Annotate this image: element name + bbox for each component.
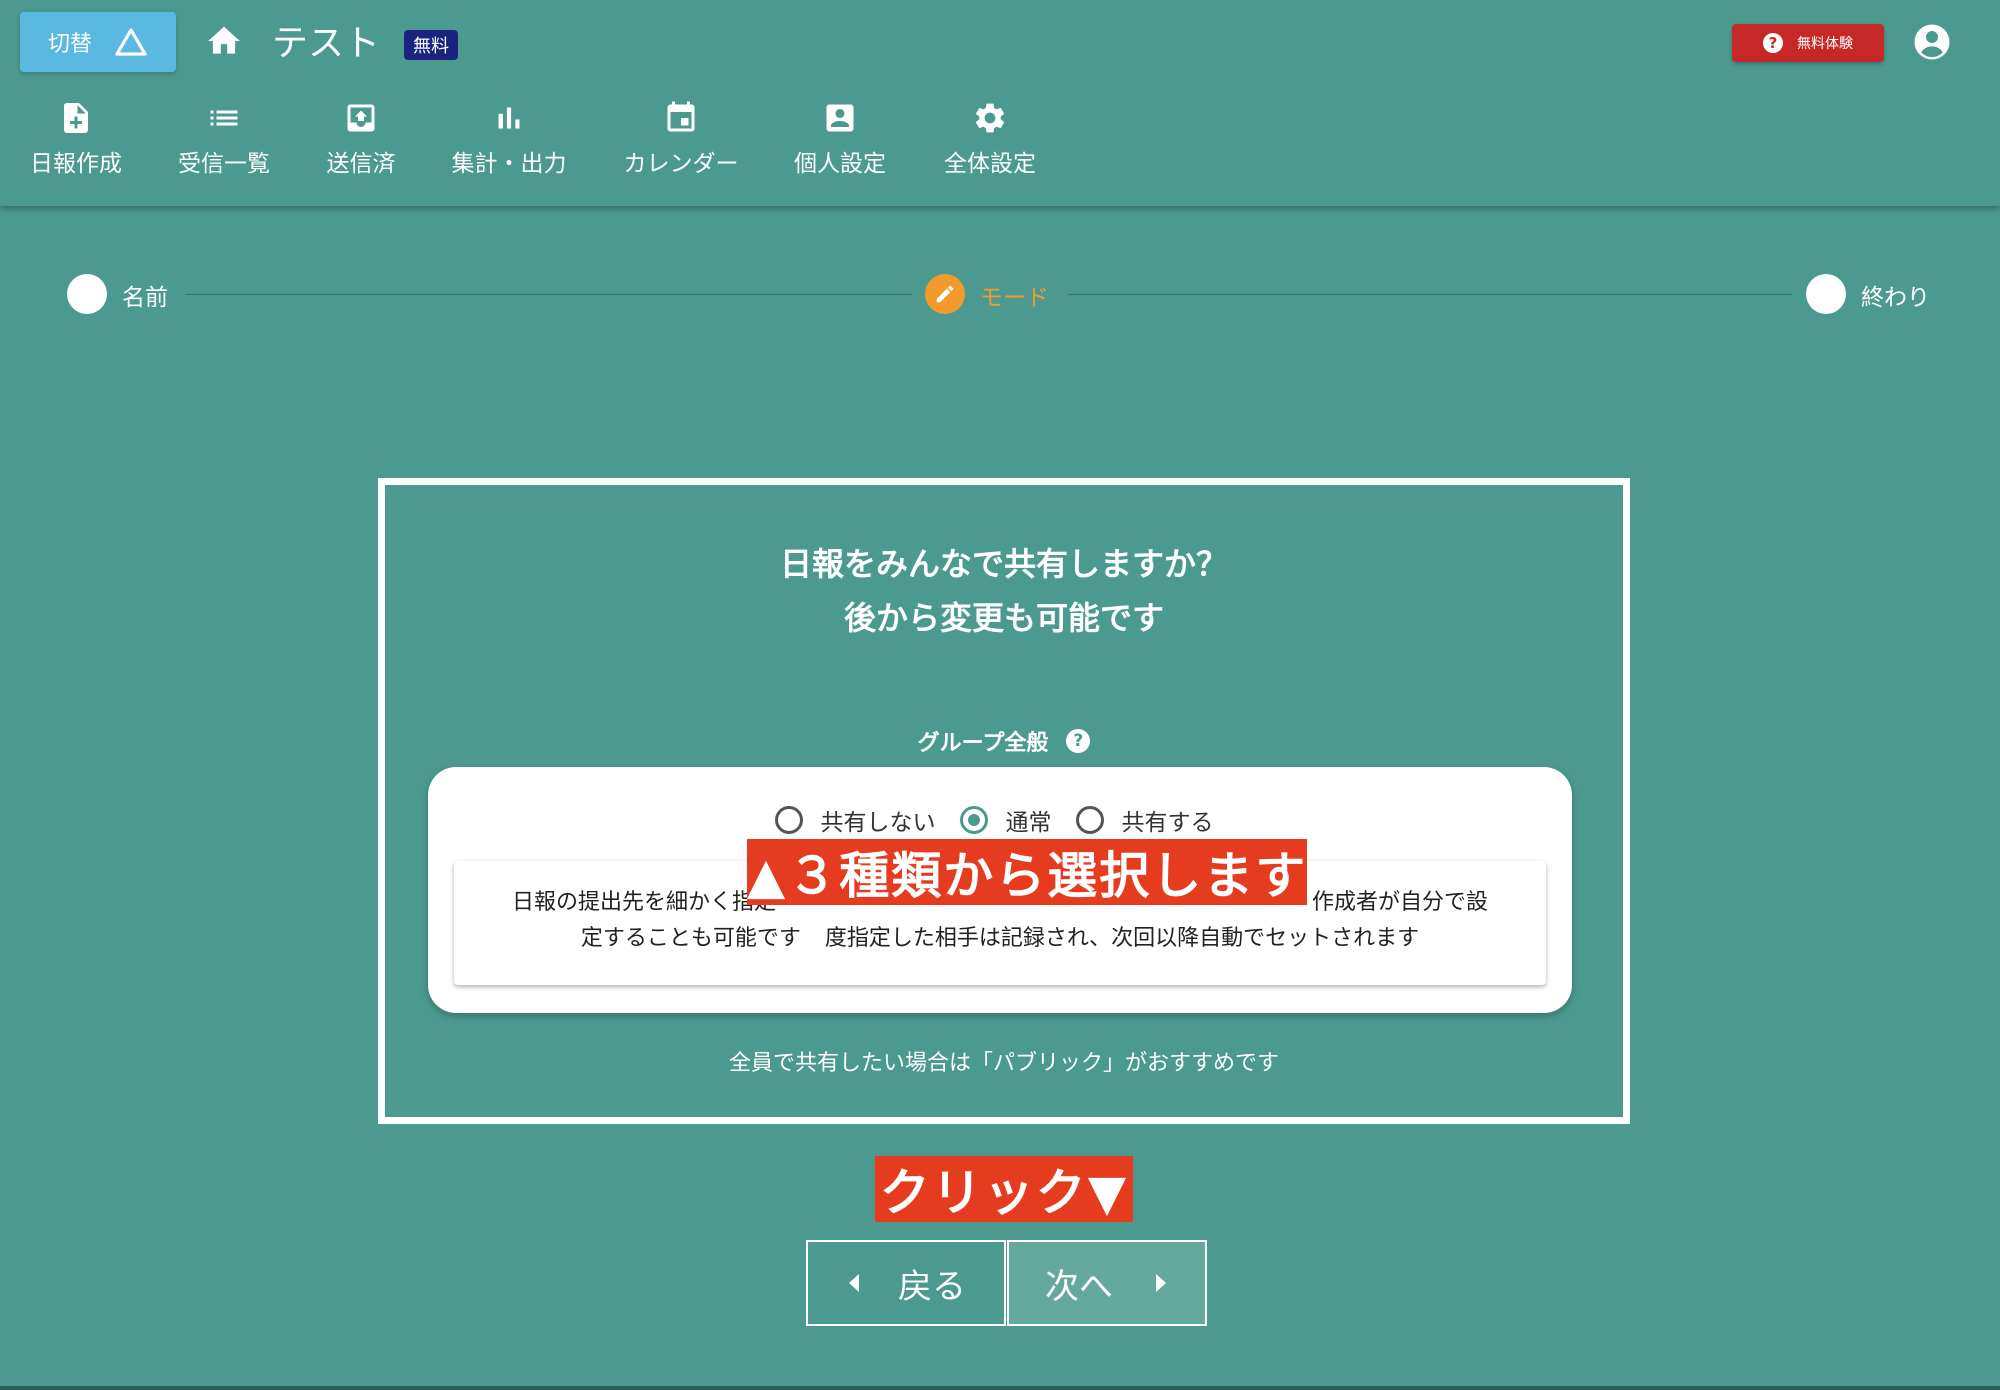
app-header: 切替 テスト 無料 ? 無料体験 日報作成 受信一覧 送信済 集計・出力 カレン… (0, 0, 2000, 206)
description-text: 日報の提出先を細かく指定 (511, 890, 776, 915)
sharing-options-card: 共有しない 通常 共有する 日報の提出先を細かく指定 作成者が自分で設 定すること… (428, 767, 1572, 1013)
description-text: 作成者が自分で設 (1312, 890, 1489, 915)
calendar-icon (667, 101, 695, 132)
sharing-question: 日報をみんなで共有しますか？ 後から変更も可能です (385, 537, 1623, 645)
group-label-text: グループ全般 (917, 731, 1049, 756)
nav-tab-label: 受信一覧 (178, 151, 270, 177)
step-2-label: モード (980, 285, 1049, 311)
back-label: 戻る (898, 1266, 966, 1307)
plan-badge: 無料 (404, 30, 458, 60)
pencil-icon (936, 285, 954, 303)
nav-tab-create-report[interactable]: 日報作成 (26, 100, 126, 178)
nav-tab-label: 日報作成 (30, 151, 122, 177)
list-icon (210, 110, 238, 126)
nav-tab-label: カレンダー (623, 151, 739, 177)
switch-label: 切替 (47, 32, 92, 57)
arrow-right-icon (1156, 1274, 1166, 1292)
radio-share[interactable]: 共有する (1075, 803, 1226, 837)
annotation-choose-three: ▲３種類から選択します (747, 839, 1307, 905)
description-line-2: 定することも可能です 度指定した相手は記録され、次回以降自動でセットされます (484, 921, 1516, 957)
question-line-1: 日報をみんなで共有しますか？ (779, 545, 1228, 583)
radio-circle[interactable] (774, 806, 803, 834)
triangle-icon (115, 28, 147, 56)
group-general-heading: グループ全般 ? (385, 725, 1623, 757)
step-connector (186, 294, 912, 295)
nav-tab-calendar[interactable]: カレンダー (620, 100, 742, 178)
nav-tab-sent[interactable]: 送信済 (316, 100, 406, 178)
gear-icon (975, 103, 1005, 133)
free-trial-button[interactable]: ? 無料体験 (1732, 24, 1884, 62)
help-icon[interactable]: ? (1066, 729, 1091, 753)
step-1-label: 名前 (122, 285, 168, 311)
arrow-left-icon (849, 1274, 859, 1292)
recommendation-text: 全員で共有したい場合は「パブリック」がおすすめです (728, 1051, 1279, 1076)
sharing-radio-group: 共有しない 通常 共有する (428, 803, 1572, 837)
radio-no-share[interactable]: 共有しない (774, 803, 948, 837)
free-trial-label: 無料体験 (1797, 36, 1853, 52)
annotation-click: クリック▼ (875, 1156, 1133, 1222)
account-circle-icon[interactable] (1912, 22, 1952, 62)
step-3-label: 終わり (1861, 285, 1930, 311)
nav-tab-label: 集計・出力 (451, 151, 567, 177)
radio-circle[interactable] (1075, 806, 1104, 834)
nav-tab-label: 送信済 (326, 151, 396, 177)
question-line-2: 後から変更も可能です (843, 599, 1164, 637)
radio-circle[interactable] (959, 806, 988, 834)
description-text: 度指定した相手は記録され、次回以降自動でセットされます (824, 926, 1420, 951)
next-label: 次へ (1045, 1266, 1113, 1307)
step-3-circle (1806, 274, 1846, 314)
nav-tab-inbox[interactable]: 受信一覧 (174, 100, 274, 178)
radio-label: 通常 (1005, 810, 1052, 836)
nav-tab-personal-settings[interactable]: 個人設定 (790, 100, 890, 178)
account-box-icon (826, 104, 854, 132)
home-icon[interactable] (204, 22, 244, 60)
radio-label: 共有する (1121, 810, 1214, 836)
help-circle-icon: ? (1763, 33, 1783, 53)
nav-tab-label: 個人設定 (794, 151, 886, 177)
bottom-divider (0, 1386, 2000, 1390)
bar-chart-icon (498, 107, 520, 129)
sharing-mode-panel: 日報をみんなで共有しますか？ 後から変更も可能です グループ全般 ? 共有しない… (378, 478, 1630, 1124)
setup-stepper: 名前 モード 終わり (0, 270, 2000, 320)
switch-button[interactable]: 切替 (20, 12, 176, 72)
description-text: 定することも可能です (580, 926, 801, 951)
app-title: テスト (272, 23, 381, 64)
radio-normal[interactable]: 通常 (959, 803, 1064, 837)
outbox-icon (347, 104, 375, 132)
back-button[interactable]: 戻る (806, 1240, 1006, 1326)
radio-label: 共有しない (820, 810, 936, 836)
nav-tab-global-settings[interactable]: 全体設定 (940, 100, 1040, 178)
step-2-circle (925, 274, 965, 314)
step-1-circle (67, 274, 107, 314)
next-button[interactable]: 次へ (1007, 1240, 1207, 1326)
step-connector (1068, 294, 1792, 295)
nav-tab-label: 全体設定 (944, 151, 1036, 177)
note-add-icon (64, 103, 88, 133)
nav-tab-stats-export[interactable]: 集計・出力 (446, 100, 572, 178)
